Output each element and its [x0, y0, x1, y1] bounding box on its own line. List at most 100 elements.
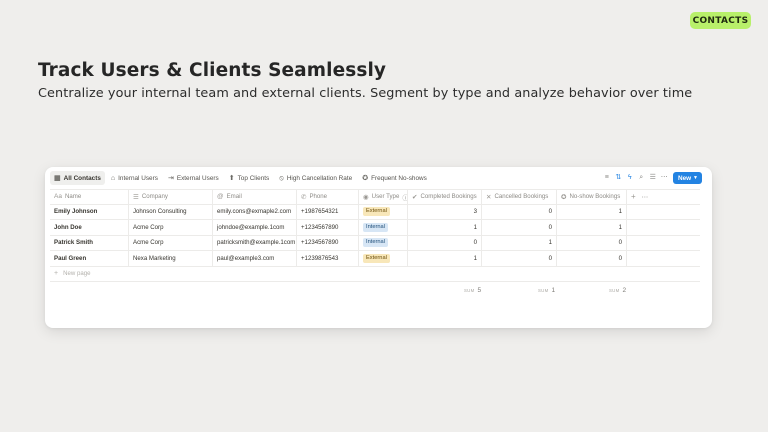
- user-type-tag: Internal: [363, 238, 388, 248]
- text-lines-icon: ☰: [133, 193, 139, 201]
- column-header-cancelled-bookings[interactable]: ✕ Cancelled Bookings: [482, 190, 557, 204]
- cell-completed[interactable]: 1: [408, 251, 482, 266]
- cell-company[interactable]: Nexa Marketing: [129, 251, 213, 266]
- cell-name[interactable]: Patrick Smith: [50, 235, 129, 250]
- table-row[interactable]: Emily Johnson Johnson Consulting emily.c…: [50, 204, 700, 220]
- plus-icon[interactable]: +: [631, 192, 636, 201]
- tab-external-users[interactable]: ⇥ External Users: [164, 171, 223, 185]
- sum-cancelled[interactable]: SUM 1: [538, 287, 555, 294]
- cell-user-type[interactable]: External: [359, 251, 408, 266]
- cell-name[interactable]: Paul Green: [50, 251, 129, 266]
- database-card: ▦ All Contacts ⌂ Internal Users ⇥ Extern…: [45, 167, 712, 328]
- filter-icon[interactable]: ≡: [601, 171, 613, 185]
- chevron-down-icon[interactable]: ▼: [693, 175, 698, 181]
- column-header-email[interactable]: @ Email: [213, 190, 297, 204]
- tab-label: Top Clients: [237, 174, 270, 182]
- cell-cancelled[interactable]: 0: [482, 251, 557, 266]
- table-row[interactable]: Paul Green Nexa Marketing paul@example3.…: [50, 251, 700, 267]
- calculation-row: SUM 5 SUM 1 SUM 2: [50, 282, 700, 300]
- view-tabs: ▦ All Contacts ⌂ Internal Users ⇥ Extern…: [50, 171, 702, 185]
- sort-icon[interactable]: ⇅: [613, 171, 625, 185]
- cell-cancelled[interactable]: 0: [482, 204, 557, 219]
- new-button[interactable]: New ▼: [673, 172, 702, 184]
- text-property-icon: Aa: [54, 193, 62, 201]
- cell-noshow[interactable]: 0: [557, 235, 627, 250]
- new-page-label: New page: [63, 270, 91, 277]
- more-options-icon[interactable]: ⋯: [659, 171, 671, 185]
- cell-name[interactable]: John Doe: [50, 220, 129, 235]
- cell-empty: [627, 220, 667, 235]
- page-headline: Track Users & Clients Seamlessly: [38, 60, 387, 81]
- tab-label: Frequent No-shows: [371, 174, 427, 182]
- column-header-company[interactable]: ☰ Company: [129, 190, 213, 204]
- cell-empty: [627, 205, 667, 220]
- contacts-table: Aa Name ☰ Company @ Email ✆ Phone ◉ User Type…: [50, 189, 700, 300]
- contacts-badge: CONTACTS: [690, 12, 751, 29]
- cell-user-type[interactable]: Internal: [359, 220, 408, 235]
- x-icon: ✕: [486, 193, 492, 201]
- user-type-tag: External: [363, 207, 390, 217]
- tab-all-contacts[interactable]: ▦ All Contacts: [50, 171, 105, 185]
- table-row[interactable]: John Doe Acme Corp johndoe@example.1com …: [50, 220, 700, 236]
- tab-label: High Cancellation Rate: [286, 174, 353, 182]
- cell-noshow[interactable]: 0: [557, 251, 627, 266]
- automation-icon[interactable]: ϟ: [624, 171, 636, 185]
- cell-completed[interactable]: 3: [408, 204, 482, 219]
- cell-phone[interactable]: +1239876543: [297, 251, 359, 266]
- table-header: Aa Name ☰ Company @ Email ✆ Phone ◉ User Type…: [50, 189, 700, 205]
- cell-noshow[interactable]: 1: [557, 204, 627, 219]
- badge-icon: ✪: [561, 193, 567, 201]
- cell-completed[interactable]: 1: [408, 220, 482, 235]
- user-type-tag: Internal: [363, 222, 388, 232]
- tab-top-clients[interactable]: ⬆ Top Clients: [225, 171, 274, 185]
- settings-icon[interactable]: ☰: [647, 171, 659, 185]
- cell-name[interactable]: Emily Johnson: [50, 204, 129, 219]
- column-header-phone[interactable]: ✆ Phone: [297, 190, 359, 204]
- view-toolbar: ≡ ⇅ ϟ ⌕ ☰ ⋯ New ▼: [601, 171, 702, 185]
- select-property-icon: ◉: [363, 193, 369, 201]
- cell-email[interactable]: johndoe@example.1com: [213, 220, 297, 235]
- sum-completed[interactable]: SUM 5: [464, 287, 481, 294]
- page-subheadline: Centralize your internal team and extern…: [38, 86, 693, 101]
- more-icon[interactable]: ⋯: [642, 193, 649, 201]
- check-circle-icon: ✔: [412, 193, 418, 201]
- tab-label: All Contacts: [63, 174, 101, 182]
- ban-icon: ⦸: [279, 174, 284, 182]
- cell-user-type[interactable]: External: [359, 204, 408, 219]
- cell-user-type[interactable]: Internal: [359, 235, 408, 250]
- table-icon: ▦: [54, 174, 61, 182]
- tab-high-cancellation-rate[interactable]: ⦸ High Cancellation Rate: [275, 171, 356, 185]
- column-header-completed-bookings[interactable]: ✔ Completed Bookings: [408, 190, 482, 204]
- column-header-user-type[interactable]: ◉User Typeⓘ: [359, 190, 408, 204]
- phone-icon: ✆: [301, 193, 307, 201]
- arrow-up-icon: ⬆: [228, 174, 235, 182]
- cell-cancelled[interactable]: 1: [482, 235, 557, 250]
- cell-phone[interactable]: +1234567890: [297, 235, 359, 250]
- table-row[interactable]: Patrick Smith Acme Corp patricksmith@exa…: [50, 235, 700, 251]
- cell-completed[interactable]: 0: [408, 235, 482, 250]
- cell-empty: [627, 251, 667, 266]
- tab-internal-users[interactable]: ⌂ Internal Users: [107, 171, 162, 185]
- cell-cancelled[interactable]: 0: [482, 220, 557, 235]
- cell-email[interactable]: emily.cons@exmaple2.com: [213, 204, 297, 219]
- cell-email[interactable]: paul@example3.com: [213, 251, 297, 266]
- cell-email[interactable]: patricksmith@example.1com: [213, 235, 297, 250]
- cell-phone[interactable]: +1987654321: [297, 204, 359, 219]
- column-header-no-show-bookings[interactable]: ✪ No-show Bookings: [557, 190, 627, 204]
- cell-company[interactable]: Acme Corp: [129, 235, 213, 250]
- search-icon[interactable]: ⌕: [636, 171, 648, 185]
- plus-icon: +: [54, 270, 59, 277]
- new-page-row[interactable]: + New page: [50, 267, 700, 282]
- cell-company[interactable]: Acme Corp: [129, 220, 213, 235]
- new-button-label: New: [678, 174, 692, 182]
- column-header-add: + ⋯: [627, 190, 667, 204]
- tab-label: External Users: [176, 174, 219, 182]
- tab-frequent-no-shows[interactable]: ✪ Frequent No-shows: [358, 171, 431, 185]
- cell-empty: [627, 236, 667, 251]
- sum-noshow[interactable]: SUM 2: [609, 287, 626, 294]
- cell-noshow[interactable]: 1: [557, 220, 627, 235]
- tab-label: Internal Users: [118, 174, 158, 182]
- cell-phone[interactable]: +1234567890: [297, 220, 359, 235]
- column-header-name[interactable]: Aa Name: [50, 190, 129, 204]
- cell-company[interactable]: Johnson Consulting: [129, 204, 213, 219]
